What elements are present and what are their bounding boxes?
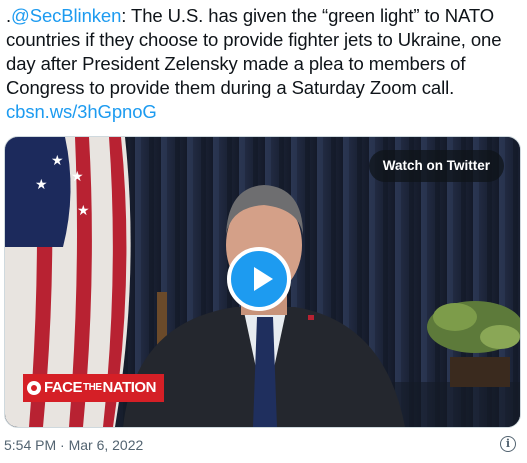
video-player[interactable]: ★ ★ ★ ★ Watch on Twitter FACE THE NATION [4, 136, 521, 428]
play-icon [254, 267, 273, 291]
show-logo-part-a: FACE [44, 379, 83, 396]
play-button[interactable] [227, 247, 291, 311]
svg-text:★: ★ [77, 202, 90, 218]
watch-on-twitter-button[interactable]: Watch on Twitter [368, 150, 504, 182]
info-icon[interactable]: i [500, 436, 516, 452]
mention-link[interactable]: @SecBlinken [11, 5, 121, 26]
article-link[interactable]: cbsn.ws/3hGpnoG [6, 101, 157, 122]
show-logo-the: THE [83, 382, 102, 393]
svg-text:★: ★ [51, 152, 64, 168]
tweet-text: .@SecBlinken: The U.S. has given the “gr… [6, 4, 518, 124]
show-logo-part-b: NATION [102, 379, 157, 396]
cbs-eye-icon [27, 381, 41, 395]
svg-text:★: ★ [71, 168, 84, 184]
timestamp[interactable]: 5:54 PM · Mar 6, 2022 [4, 437, 143, 453]
show-logo: FACE THE NATION [23, 374, 164, 402]
svg-text:★: ★ [35, 176, 48, 192]
